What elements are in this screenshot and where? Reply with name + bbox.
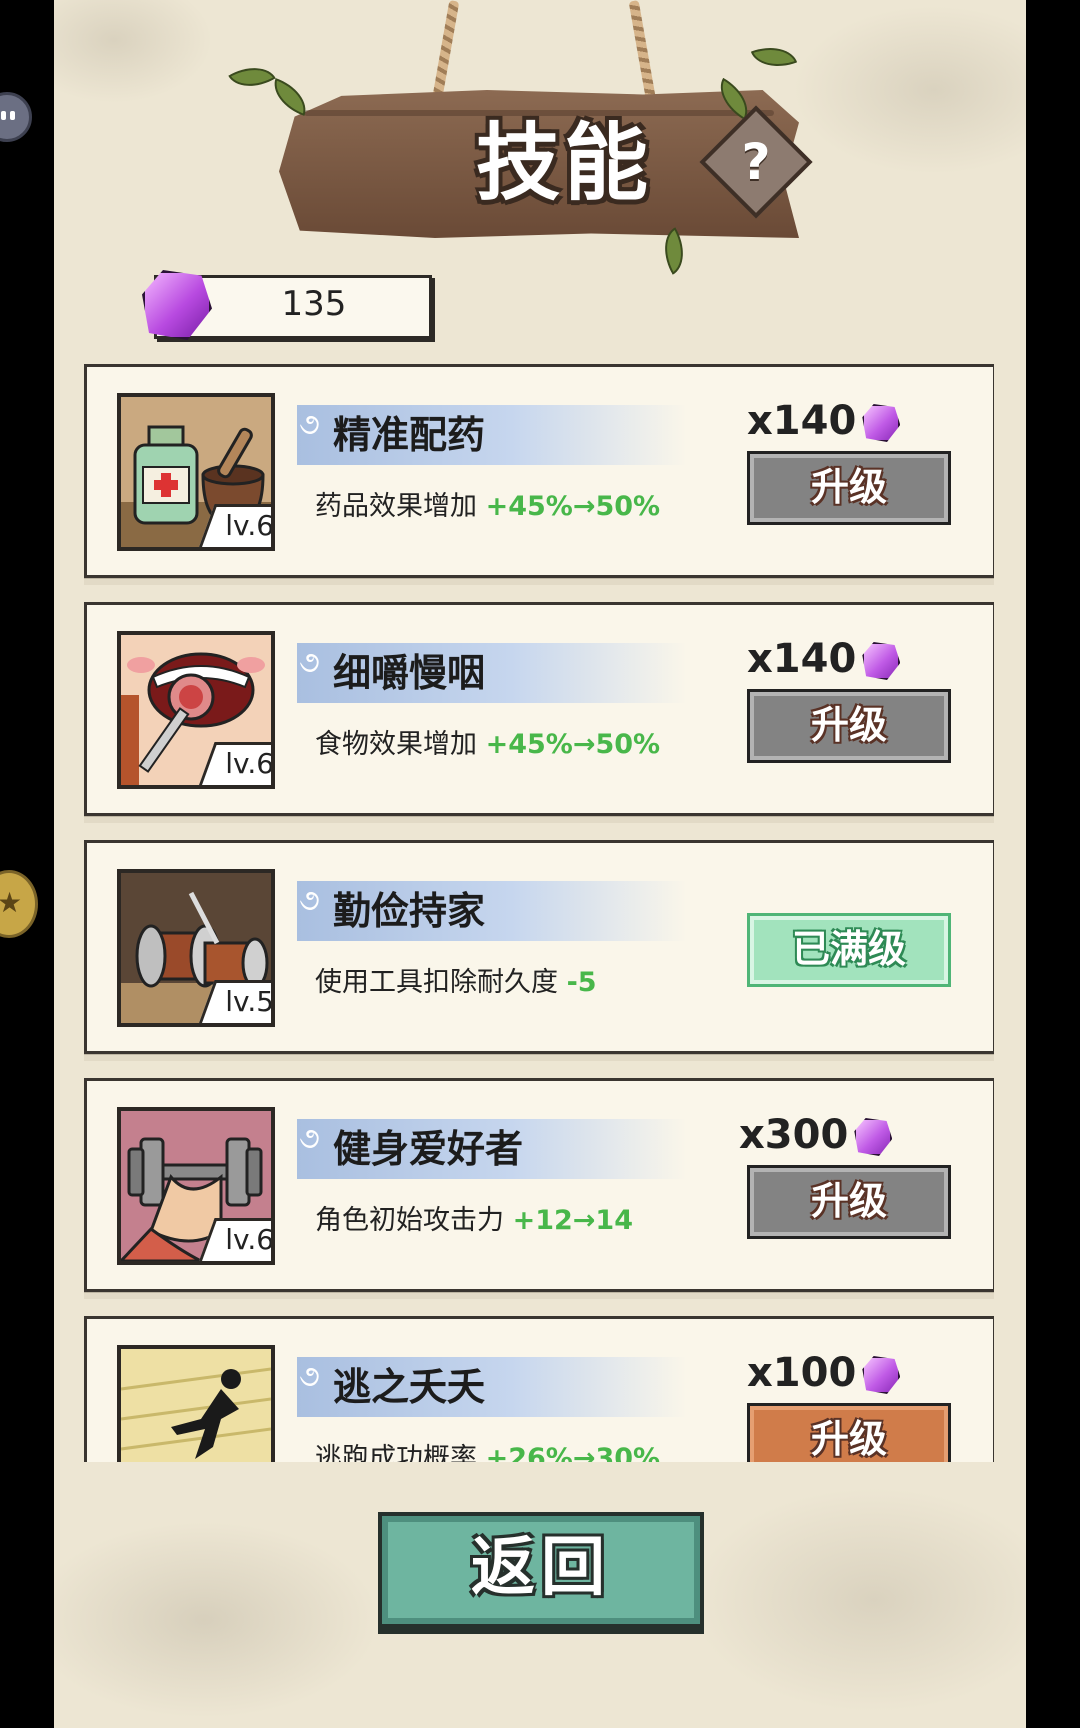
skill-name: 勤俭持家 [333,889,486,933]
purple-gem-icon [862,1356,901,1394]
swirl-icon: ૭ [299,645,320,680]
skill-name: 健身爱好者 [333,1127,524,1171]
upgrade-button[interactable]: 升级 [747,1165,951,1239]
upgrade-button[interactable]: 升级 [747,689,951,763]
skill-effect-value: +12→14 [512,1205,633,1236]
skill-description: 食物效果增加 +45%→50% [315,729,661,760]
purple-gem-icon [854,1118,893,1156]
skill-card: lv.6 ૭ 健身爱好者 角色初始攻击力 +12→14 x300 升级 [84,1078,994,1299]
swirl-icon: ૭ [299,883,320,918]
back-button[interactable]: 返回 [378,1512,704,1628]
running-icon [121,1349,271,1462]
max-level-badge: 已满级 [747,913,951,987]
swirl-icon: ૭ [299,1121,320,1156]
upgrade-cost: x140 [747,633,917,685]
skill-card: lv.5 ૭ 勤俭持家 使用工具扣除耐久度 -5 已满级 [84,840,994,1061]
game-screen: 技能 ? 135 lv.6 ૭ 精准配药 药品效果增加 +45%→50% x14… [54,0,1026,1728]
skill-image-running [117,1345,275,1462]
upgrade-button[interactable]: 升级 [747,1403,951,1462]
floating-assistant-icon[interactable] [0,92,32,142]
skill-effect-value: +45%→50% [485,729,661,760]
skill-card: ૭ 逃之夭夭 逃跑成功概率 +26%→30% x100 升级 [84,1316,994,1462]
skill-level-badge: lv.6 [199,1218,271,1261]
skill-image-dumbbell: lv.6 [117,1107,275,1265]
upgrade-button[interactable]: 升级 [747,451,951,525]
skill-effect-value: -5 [566,967,597,998]
leaf-icon [750,37,798,77]
skill-description: 逃跑成功概率 +26%→30% [315,1439,660,1462]
skill-description: 药品效果增加 +45%→50% [315,491,661,522]
purple-gem-icon [862,642,901,680]
gem-count: 135 [281,284,347,324]
skill-card: lv.6 ૭ 细嚼慢咽 食物效果增加 +45%→50% x140 升级 [84,602,994,823]
skill-description: 角色初始攻击力 +12→14 [315,1205,633,1236]
swirl-icon: ૭ [299,1359,320,1394]
question-icon[interactable]: ? [716,122,796,202]
upgrade-cost: x300 [739,1109,909,1161]
page-title: 技能 [475,114,652,212]
skill-name: 细嚼慢咽 [333,651,486,695]
upgrade-cost: x140 [747,395,917,447]
floating-star-badge-icon[interactable] [0,870,38,938]
leaf-icon [228,55,276,99]
skill-list[interactable]: lv.6 ૭ 精准配药 药品效果增加 +45%→50% x140 升级 lv.6… [84,360,994,1462]
upgrade-cost: x100 [747,1347,917,1399]
skill-level-badge: lv.6 [199,742,271,785]
skill-level-badge: lv.6 [199,504,271,547]
skill-effect-value: +26%→30% [485,1443,661,1462]
purple-gem-icon [862,404,901,442]
skill-name: 精准配药 [333,413,486,457]
skill-level-badge: lv.5 [199,980,271,1023]
skill-effect-value: +45%→50% [485,491,661,522]
skill-card: lv.6 ૭ 精准配药 药品效果增加 +45%→50% x140 升级 [84,364,994,585]
skill-image-spools: lv.5 [117,869,275,1027]
skill-name: 逃之夭夭 [333,1365,486,1409]
skill-description: 使用工具扣除耐久度 -5 [315,967,597,998]
swirl-icon: ૭ [299,407,320,442]
skill-image-medicine: lv.6 [117,393,275,551]
skill-image-eating: lv.6 [117,631,275,789]
